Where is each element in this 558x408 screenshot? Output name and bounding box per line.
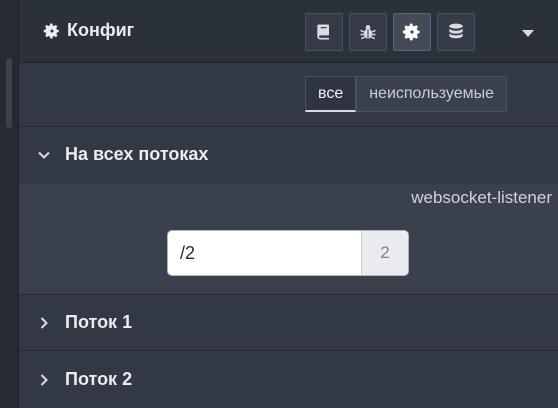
section-flow1-header[interactable]: Поток 1 <box>19 294 558 350</box>
gear-icon <box>43 23 59 38</box>
config-node-usage-count: 2 <box>361 231 408 275</box>
filter-unused-button[interactable]: неиспользуемые <box>356 76 508 112</box>
left-scroll-strip <box>0 0 19 408</box>
section-flow2-header[interactable]: Поток 2 <box>19 350 558 408</box>
sidebar-header: Конфиг <box>19 0 558 63</box>
section-global-label: На всех потоках <box>65 144 209 164</box>
chevron-right-icon <box>40 316 48 329</box>
sidebar-tabs <box>305 13 475 51</box>
scrollbar-thumb[interactable] <box>6 58 12 128</box>
chevron-right-icon <box>40 373 48 386</box>
tab-context-data[interactable] <box>437 13 475 51</box>
database-icon <box>449 23 463 39</box>
section-global-body: websocket-listener /2 2 <box>19 184 558 294</box>
panel-title: Конфиг <box>43 20 134 41</box>
panel-title-text: Конфиг <box>67 20 135 40</box>
filter-all-button[interactable]: все <box>305 76 357 112</box>
bug-icon <box>360 25 376 40</box>
section-flow2-label: Поток 2 <box>65 369 133 389</box>
chevron-down-icon <box>38 151 50 159</box>
config-filter: все неиспользуемые <box>305 76 508 112</box>
sidebar-menu-button[interactable] <box>519 24 537 42</box>
gear-icon <box>402 23 420 41</box>
tab-debug[interactable] <box>349 13 387 51</box>
section-flow1-label: Поток 1 <box>65 312 133 332</box>
book-icon <box>317 24 329 40</box>
tab-info[interactable] <box>305 13 343 51</box>
node-type-label: websocket-listener <box>411 188 552 207</box>
config-node-label: /2 <box>180 242 196 263</box>
config-sidebar: Конфиг все неиспользуемые На всех потока… <box>19 0 558 408</box>
tab-config[interactable] <box>393 13 431 51</box>
caret-down-icon <box>522 30 534 37</box>
section-global-header[interactable]: На всех потоках <box>19 126 558 182</box>
config-node[interactable]: /2 2 <box>167 230 409 276</box>
